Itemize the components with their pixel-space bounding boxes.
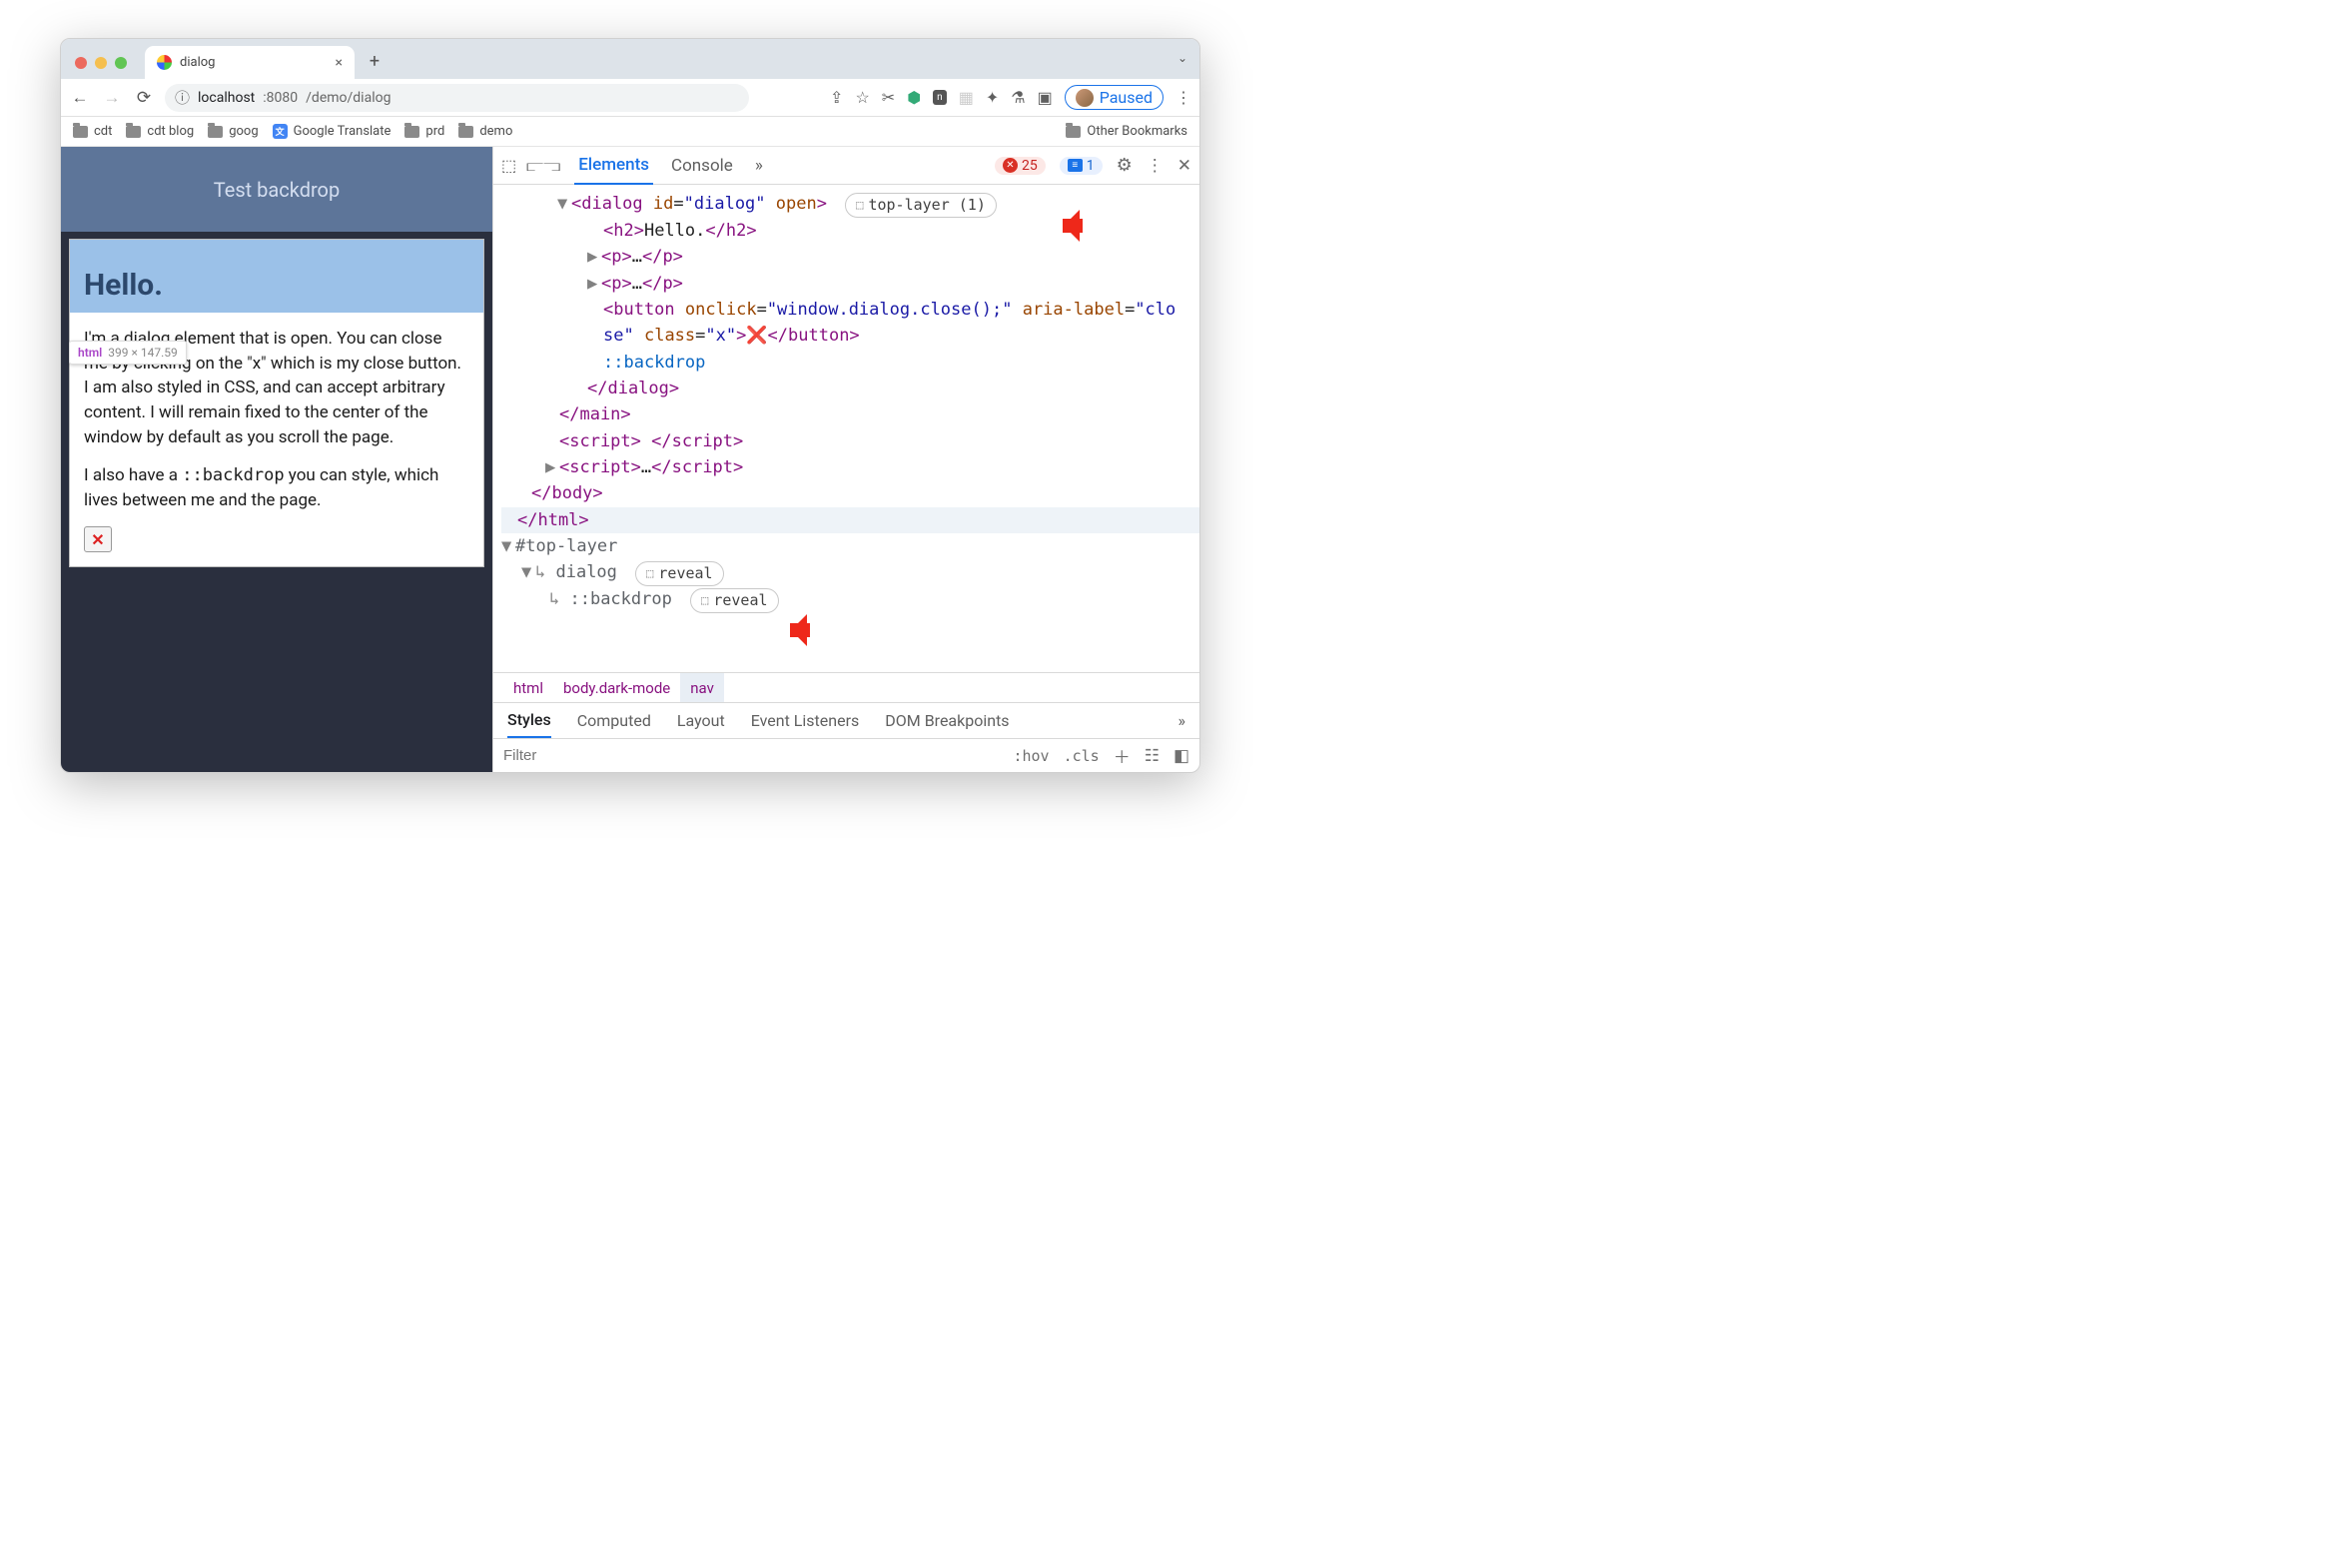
error-count-chip[interactable]: ✕25	[995, 157, 1046, 175]
url-path: /demo/dialog	[306, 90, 390, 106]
message-count-chip[interactable]: ≡1	[1060, 157, 1103, 175]
extension-n-icon[interactable]: n	[933, 90, 947, 105]
reload-button[interactable]: ⟳	[133, 88, 155, 108]
url-host: localhost	[198, 90, 255, 106]
extension-icon[interactable]: ⬢	[907, 88, 921, 107]
styletab-dom-breakpoints[interactable]: DOM Breakpoints	[885, 711, 1009, 730]
tab-title: dialog	[180, 55, 215, 70]
rendered-page: Test backdrop Hello. I'm a dialog elemen…	[61, 147, 492, 772]
tooltip-dimensions: 399 × 147.59	[108, 346, 177, 360]
tabs-menu-icon[interactable]: ⌄	[1177, 51, 1187, 65]
site-info-icon[interactable]: ⓘ	[175, 87, 190, 108]
bookmark-google-translate[interactable]: 文Google Translate	[273, 124, 391, 139]
devtools-close-icon[interactable]: ✕	[1177, 156, 1191, 176]
settings-gear-icon[interactable]: ⚙	[1117, 155, 1133, 176]
bookmark-demo[interactable]: demo	[458, 124, 512, 139]
new-tab-button[interactable]: +	[361, 47, 389, 75]
toolbar-actions: ⇪ ☆ ✂︎ ⬢ n ▦ ✦ ⚗ ▣ Paused ⋮	[830, 85, 1191, 110]
inspect-tooltip: html 399 × 147.59	[69, 341, 187, 365]
dialog-heading: Hello.	[70, 240, 483, 313]
reveal-badge-backdrop[interactable]: ⬚reveal	[690, 588, 778, 613]
tab-active[interactable]: dialog ×	[145, 46, 355, 79]
url-port: :8080	[263, 90, 298, 106]
devtools: ⬚ ⫍⫎ Elements Console » ✕25 ≡1 ⚙ ⋮ ✕ ▼<d…	[492, 147, 1199, 772]
styles-tabs: Styles Computed Layout Event Listeners D…	[493, 702, 1199, 738]
back-button[interactable]: ←	[69, 88, 91, 108]
panel-icon[interactable]: ▣	[1038, 88, 1053, 107]
avatar-icon	[1076, 89, 1094, 107]
other-bookmarks[interactable]: Other Bookmarks	[1066, 124, 1187, 139]
bookmark-cdt[interactable]: cdt	[73, 124, 112, 139]
profile-paused-chip[interactable]: Paused	[1065, 85, 1164, 110]
device-toolbar-icon[interactable]: ⫍⫎	[526, 156, 560, 176]
dialog-close-tag: </dialog>	[587, 379, 679, 398]
address-bar[interactable]: ⓘ localhost :8080/demo/dialog	[165, 84, 749, 112]
devtools-inspect-group: ⬚ ⫍⫎	[501, 156, 560, 176]
annotation-arrow-1	[1063, 190, 1099, 255]
maximize-window-icon[interactable]	[115, 57, 127, 69]
forward-button[interactable]: →	[101, 88, 123, 108]
tooltip-tag: html	[78, 346, 102, 360]
reveal-badge-dialog[interactable]: ⬚reveal	[635, 561, 723, 586]
inspect-element-icon[interactable]: ⬚	[501, 156, 516, 176]
styletab-computed[interactable]: Computed	[577, 711, 651, 730]
styletab-styles[interactable]: Styles	[507, 703, 551, 738]
bookmark-goog[interactable]: goog	[208, 124, 258, 139]
minimize-window-icon[interactable]	[95, 57, 107, 69]
hov-toggle[interactable]: :hov	[1013, 747, 1049, 765]
crumb-body[interactable]: body.dark-mode	[553, 673, 680, 702]
styles-filter-bar: :hov .cls ＋ ☷ ◧	[493, 738, 1199, 772]
crumb-nav[interactable]: nav	[680, 673, 724, 702]
tab-more[interactable]: »	[751, 147, 767, 184]
new-style-rule-icon[interactable]: ＋	[1114, 743, 1131, 768]
bookmark-star-icon[interactable]: ☆	[855, 88, 869, 107]
browser-window: dialog × + ⌄ ← → ⟳ ⓘ localhost :8080/demo…	[60, 38, 1200, 773]
computed-panel-icon[interactable]: ☷	[1145, 746, 1160, 766]
scissors-icon[interactable]: ✂︎	[882, 88, 895, 107]
top-layer-badge[interactable]: ⬚top-layer (1)	[845, 193, 997, 218]
toolbar: ← → ⟳ ⓘ localhost :8080/demo/dialog ⇪ ☆ ✂…	[61, 79, 1199, 117]
extensions-puzzle-icon[interactable]: ✦	[986, 88, 999, 107]
content-area: Test backdrop Hello. I'm a dialog elemen…	[61, 147, 1199, 772]
crumb-html[interactable]: html	[503, 673, 553, 702]
devtools-menu-icon[interactable]: ⋮	[1147, 156, 1164, 176]
cls-toggle[interactable]: .cls	[1064, 747, 1100, 765]
share-icon[interactable]: ⇪	[830, 88, 843, 107]
labs-flask-icon[interactable]: ⚗	[1011, 88, 1025, 107]
bookmarks-bar: cdt cdt blog goog 文Google Translate prd …	[61, 117, 1199, 147]
styletab-more[interactable]: »	[1178, 711, 1186, 730]
favicon-icon	[157, 55, 172, 70]
close-tab-icon[interactable]: ×	[336, 55, 343, 71]
dialog-close-button[interactable]: ✕	[84, 526, 112, 552]
breadcrumbs[interactable]: html body.dark-mode nav	[493, 672, 1199, 702]
close-window-icon[interactable]	[75, 57, 87, 69]
styles-filter-input[interactable]	[503, 747, 1013, 764]
paused-label: Paused	[1100, 88, 1153, 107]
devtools-header: ⬚ ⫍⫎ Elements Console » ✕25 ≡1 ⚙ ⋮ ✕	[493, 147, 1199, 185]
styletab-layout[interactable]: Layout	[677, 711, 725, 730]
extension-blank-icon[interactable]: ▦	[959, 88, 974, 107]
bookmark-prd[interactable]: prd	[404, 124, 444, 139]
tab-elements[interactable]: Elements	[574, 148, 653, 185]
bookmark-cdt-blog[interactable]: cdt blog	[126, 124, 194, 139]
tab-strip: dialog × + ⌄	[61, 39, 1199, 79]
chrome-menu-icon[interactable]: ⋮	[1175, 88, 1191, 107]
dialog-element: Hello. I'm a dialog element that is open…	[69, 239, 484, 567]
elements-tree[interactable]: ▼<dialog id="dialog" open> ⬚top-layer (1…	[493, 185, 1199, 672]
tab-console[interactable]: Console	[667, 147, 737, 184]
window-controls	[71, 57, 137, 79]
page-header: Test backdrop	[61, 147, 492, 232]
annotation-arrow-2	[790, 594, 826, 659]
dialog-paragraph-2: I also have a ::backdrop you can style, …	[70, 463, 483, 512]
toggle-sidebar-icon[interactable]: ◧	[1173, 746, 1189, 766]
styletab-event-listeners[interactable]: Event Listeners	[751, 711, 860, 730]
